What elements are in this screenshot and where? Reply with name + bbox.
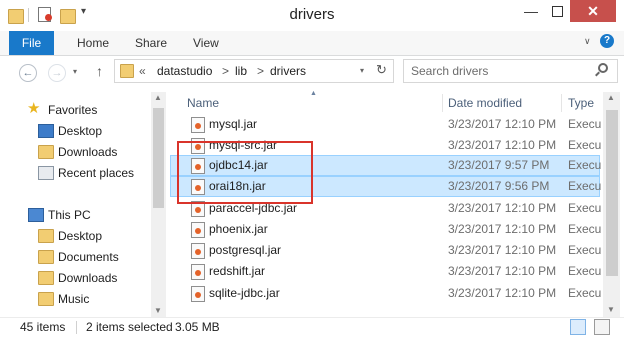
file-type: Execu: [568, 201, 602, 215]
column-header-type[interactable]: Type: [568, 92, 594, 114]
breadcrumb-datastudio[interactable]: datastudio: [157, 64, 212, 78]
file-date: 3/23/2017 9:57 PM: [448, 158, 550, 172]
nav-scrollbar-thumb[interactable]: [153, 108, 164, 208]
file-date: 3/23/2017 12:10 PM: [448, 243, 557, 257]
breadcrumb-overflow[interactable]: «: [139, 64, 146, 78]
maximize-button[interactable]: [544, 0, 570, 22]
file-date: 3/23/2017 12:10 PM: [448, 286, 557, 300]
file-name[interactable]: redshift.jar: [209, 261, 265, 282]
nav-pc-downloads[interactable]: Downloads: [58, 268, 117, 288]
file-type: Execu: [568, 138, 602, 152]
nav-pc-desktop[interactable]: Desktop: [58, 226, 102, 246]
file-date: 3/23/2017 9:56 PM: [448, 179, 550, 193]
tab-file[interactable]: File: [9, 31, 54, 55]
close-button[interactable]: ✕: [570, 0, 616, 22]
music-icon: [38, 292, 54, 306]
scroll-up-icon[interactable]: ▲: [154, 93, 162, 102]
sort-indicator-icon: ▲: [310, 90, 317, 97]
address-dropdown-icon[interactable]: ▾: [360, 66, 364, 75]
minimize-button[interactable]: —: [518, 0, 544, 22]
file-name[interactable]: sqlite-jdbc.jar: [209, 283, 280, 304]
highlight-box: [177, 141, 313, 204]
scroll-down-icon[interactable]: ▼: [154, 306, 162, 315]
large-icons-view-icon[interactable]: [594, 319, 610, 335]
downloads-folder-icon: [38, 271, 54, 285]
refresh-icon[interactable]: ↻: [376, 62, 387, 78]
recent-locations-icon[interactable]: ▾: [73, 67, 77, 76]
file-name[interactable]: mysql.jar: [209, 114, 257, 135]
nav-desktop[interactable]: Desktop: [58, 121, 102, 141]
breadcrumb-lib[interactable]: lib: [235, 64, 247, 78]
file-type: Execu: [568, 158, 602, 172]
file-date: 3/23/2017 12:10 PM: [448, 201, 557, 215]
breadcrumb-separator[interactable]: >: [257, 64, 264, 78]
file-type: Execu: [568, 222, 602, 236]
documents-icon: [38, 250, 54, 264]
column-header-name[interactable]: Name: [187, 92, 219, 114]
chevron-down-icon[interactable]: ∨: [584, 36, 591, 47]
file-date: 3/23/2017 12:10 PM: [448, 138, 557, 152]
scroll-down-icon[interactable]: ▼: [607, 305, 615, 314]
file-type: Execu: [568, 286, 602, 300]
help-icon[interactable]: ?: [600, 34, 614, 48]
file-date: 3/23/2017 12:10 PM: [448, 222, 557, 236]
tab-home[interactable]: Home: [77, 31, 109, 55]
tab-share[interactable]: Share: [135, 31, 167, 55]
jar-file-icon: [191, 286, 205, 302]
column-divider: [442, 94, 443, 112]
status-divider: [76, 321, 77, 334]
up-button[interactable]: ↑: [96, 63, 103, 79]
nav-downloads[interactable]: Downloads: [58, 142, 117, 162]
favorites-star-icon: ★: [27, 100, 41, 117]
file-type: Execu: [568, 243, 602, 257]
file-type: Execu: [568, 179, 602, 193]
column-divider: [561, 94, 562, 112]
jar-file-icon: [191, 222, 205, 238]
file-name[interactable]: phoenix.jar: [209, 219, 268, 240]
selection-count: 2 items selected: [86, 320, 173, 334]
forward-button[interactable]: →: [48, 64, 66, 82]
file-type: Execu: [568, 264, 602, 278]
item-count: 45 items: [20, 320, 66, 334]
breadcrumb-separator[interactable]: >: [222, 64, 229, 78]
column-header-date[interactable]: Date modified: [448, 92, 522, 114]
nav-this-pc[interactable]: This PC: [48, 205, 91, 225]
back-button[interactable]: ←: [19, 64, 37, 82]
downloads-icon: [38, 145, 54, 159]
tab-view[interactable]: View: [193, 31, 219, 55]
scroll-up-icon[interactable]: ▲: [607, 93, 615, 102]
nav-recent-places[interactable]: Recent places: [58, 163, 134, 183]
file-name[interactable]: postgresql.jar: [209, 240, 281, 261]
search-placeholder: Search drivers: [411, 64, 489, 78]
address-bar[interactable]: [114, 59, 394, 83]
folder-icon: [120, 64, 134, 78]
file-date: 3/23/2017 12:10 PM: [448, 117, 557, 131]
nav-documents[interactable]: Documents: [58, 247, 119, 267]
nav-music[interactable]: Music: [58, 289, 89, 309]
desktop-folder-icon: [38, 229, 54, 243]
computer-icon: [28, 208, 44, 222]
file-date: 3/23/2017 12:10 PM: [448, 264, 557, 278]
breadcrumb-drivers[interactable]: drivers: [270, 64, 306, 78]
file-list-scrollbar-thumb[interactable]: [606, 110, 618, 276]
details-view-icon[interactable]: [570, 319, 586, 335]
recent-places-icon: [38, 166, 54, 180]
selection-size: 3.05 MB: [175, 320, 220, 334]
nav-favorites[interactable]: Favorites: [48, 100, 97, 120]
jar-file-icon: [191, 117, 205, 133]
jar-file-icon: [191, 243, 205, 259]
desktop-icon: [38, 124, 54, 138]
jar-file-icon: [191, 264, 205, 280]
file-type: Execu: [568, 117, 602, 131]
